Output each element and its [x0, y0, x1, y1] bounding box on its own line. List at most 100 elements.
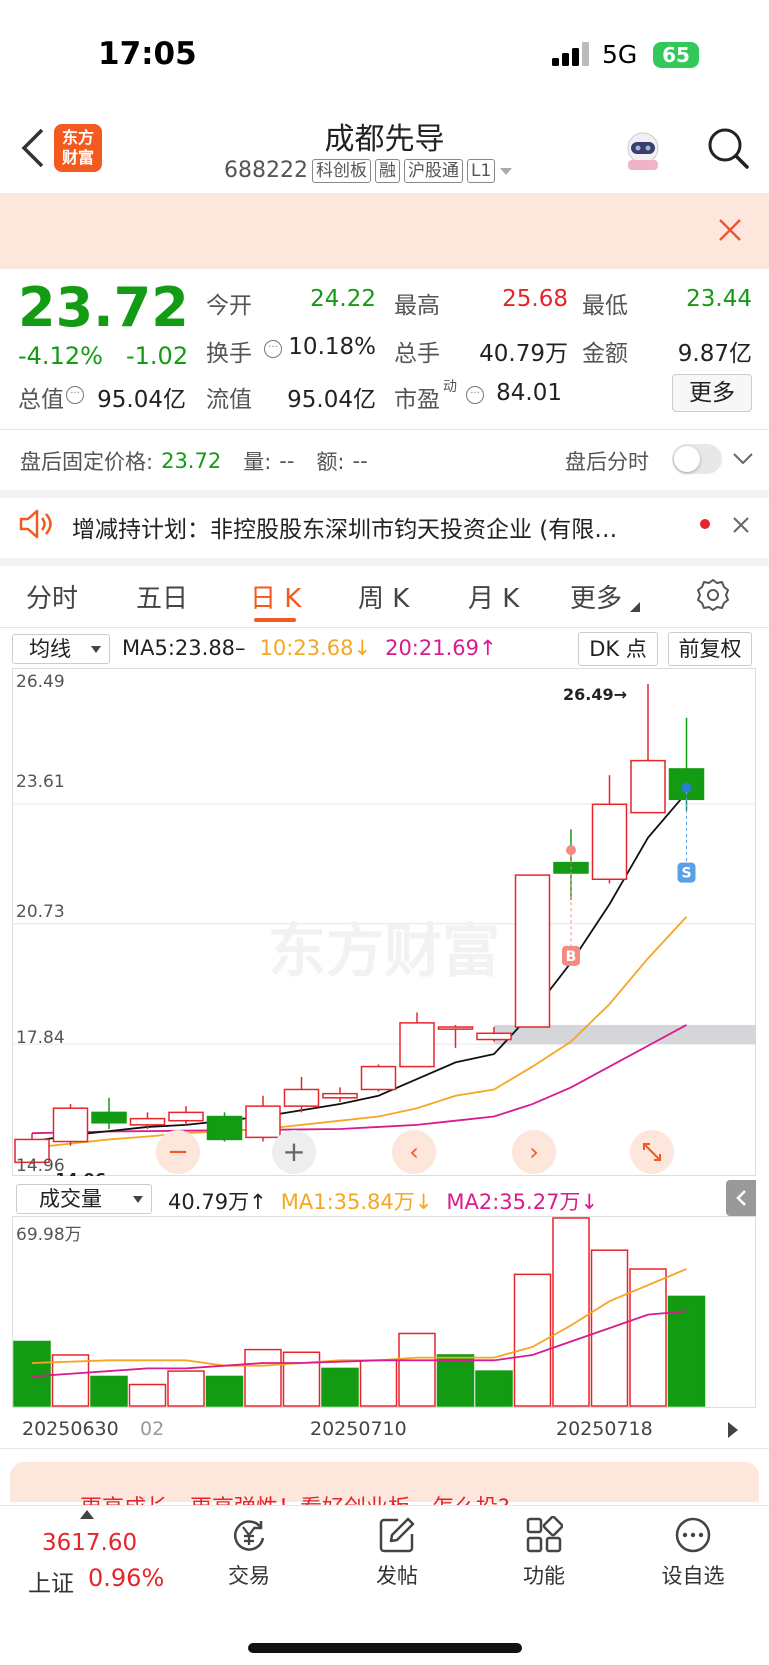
dk-point-button[interactable]: DK 点: [578, 632, 658, 666]
volume-bar: [244, 1348, 282, 1407]
tab-intraday[interactable]: 分时: [26, 578, 78, 615]
y-tick-label: 20.73: [16, 902, 65, 922]
vol-ma1-value: MA1:35.84万↓: [280, 1190, 433, 1214]
battery-icon: 65: [653, 42, 699, 68]
fullscreen-button[interactable]: [630, 1130, 674, 1174]
kline-chart[interactable]: 东方财富26.49→←14.96BS: [12, 668, 756, 1176]
notice-banner: [0, 193, 769, 269]
scroll-end-icon[interactable]: [726, 1420, 740, 1440]
quote-field-value: 95.04亿: [97, 387, 186, 413]
quote-field-value: 9.87亿: [677, 341, 752, 367]
volume-bar: [359, 1359, 398, 1407]
home-indicator: [248, 1643, 522, 1653]
caret-down-icon: [500, 167, 513, 175]
ma20-value: 20:21.69↑: [385, 636, 497, 660]
candle-body: [129, 1117, 166, 1126]
tab-weekly-k[interactable]: 周 K: [358, 578, 409, 615]
sell-marker-text: S: [681, 866, 691, 882]
nav-add-watchlist-label: 设自选: [661, 1564, 725, 1588]
expand-icon: [643, 1143, 661, 1161]
y-tick-label: 14.96: [16, 1156, 65, 1176]
after-hours-vol-label: 量:: [243, 450, 272, 474]
after-hours-timeshare-label: 盘后分时: [565, 450, 649, 474]
chevron-down-icon[interactable]: [732, 452, 754, 466]
vol-ma2-text: MA2:35.27万: [446, 1190, 581, 1214]
nav-post-label: 发帖: [376, 1564, 418, 1588]
index-percent[interactable]: 0.96%: [88, 1564, 164, 1592]
volume-bar: [13, 1340, 51, 1407]
announcement-text[interactable]: 增减持计划：非控股股东深圳市钧天投资企业 (有限…: [72, 510, 668, 544]
nav-trade[interactable]: 交易: [199, 1516, 299, 1590]
quote-field-value: 23.44: [686, 286, 752, 312]
quote-field-value: 10.18%: [288, 334, 376, 360]
stock-code-row[interactable]: 688222 科创板 融 沪股通 L1: [224, 158, 513, 183]
close-icon[interactable]: [731, 515, 751, 535]
nav-add-watchlist[interactable]: 设自选: [643, 1516, 743, 1590]
adjust-mode-button[interactable]: 前复权: [668, 632, 752, 666]
candle-body: [360, 1065, 397, 1091]
vol-ma2-value: MA2:35.27万↓: [446, 1190, 599, 1214]
network-type: 5G: [602, 40, 638, 69]
x-tick-label: 02: [140, 1418, 165, 1440]
scroll-right-button[interactable]: ›: [512, 1130, 556, 1174]
after-hours-amt-label: 额:: [316, 450, 345, 474]
buy-dot: [566, 845, 576, 856]
tab-daily-k[interactable]: 日 K: [250, 578, 301, 615]
search-icon[interactable]: [706, 126, 750, 170]
tag-connect: 沪股通: [403, 158, 463, 183]
ma20-text: 20:21.69: [385, 636, 479, 660]
ma10-text: 10:23.68: [259, 636, 354, 660]
tag-level: L1: [466, 158, 496, 183]
caret-down-icon: [133, 1196, 143, 1203]
ma5-value: MA5:23.88–: [122, 636, 246, 660]
index-value[interactable]: 3617.60: [42, 1530, 137, 1556]
volume-bar: [436, 1354, 475, 1407]
tag-star-market: 科创板: [311, 158, 371, 183]
cell-signal-icon: [552, 42, 589, 66]
scroll-left-button[interactable]: ‹: [392, 1130, 436, 1174]
volume-bar: [167, 1370, 205, 1407]
ma-values: MA5:23.88– 10:23.68↓ 20:21.69↑: [122, 636, 497, 660]
gear-icon[interactable]: [696, 578, 730, 612]
candle-body: [283, 1088, 320, 1107]
candle-body: [91, 1111, 127, 1124]
section-gap: [0, 558, 769, 566]
volume-bar: [321, 1367, 359, 1407]
indicator-select[interactable]: 均线: [12, 634, 110, 664]
tab-monthly-k[interactable]: 月 K: [468, 578, 519, 615]
candle-body: [476, 1032, 512, 1041]
volume-chart[interactable]: [12, 1216, 756, 1408]
y-tick-label: 23.61: [16, 772, 65, 792]
x-tick-label: 20250630: [22, 1418, 119, 1440]
nav-post[interactable]: 发帖: [347, 1516, 447, 1590]
change-amount: -1.02: [126, 342, 189, 370]
close-icon[interactable]: [716, 216, 744, 244]
robot-assistant-icon[interactable]: [620, 128, 666, 174]
volume-value: 40.79万↑: [168, 1190, 267, 1214]
quote-field-value: 24.22: [310, 286, 376, 312]
candle-body: [591, 803, 628, 880]
candle-body: [399, 1022, 435, 1068]
active-tab-indicator: [254, 618, 296, 622]
after-hours-label: 盘后固定价格:: [20, 450, 154, 474]
divider: [0, 627, 769, 628]
yen-refresh-icon: [234, 1520, 265, 1551]
last-price: 23.72: [18, 276, 189, 339]
index-name[interactable]: 上证: [28, 1564, 74, 1598]
status-time: 17:05: [98, 36, 197, 72]
stock-code: 688222: [224, 158, 308, 183]
volume-bar: [282, 1351, 321, 1407]
volume-bar: [552, 1217, 590, 1407]
x-tick-label: 20250710: [310, 1418, 407, 1440]
side-panel-toggle[interactable]: [726, 1180, 756, 1216]
volume-select[interactable]: 成交量: [16, 1184, 152, 1214]
nav-functions[interactable]: 功能: [494, 1516, 594, 1590]
more-button[interactable]: 更多: [672, 374, 752, 412]
zoom-out-button[interactable]: −: [156, 1130, 200, 1174]
tab-five-day[interactable]: 五日: [136, 578, 188, 615]
zoom-in-button[interactable]: +: [272, 1130, 316, 1174]
support-band: [494, 1024, 756, 1045]
vol-ma1-text: MA1:35.84万: [280, 1190, 415, 1214]
unread-dot: [700, 519, 710, 529]
tab-more[interactable]: 更多: [570, 578, 622, 615]
